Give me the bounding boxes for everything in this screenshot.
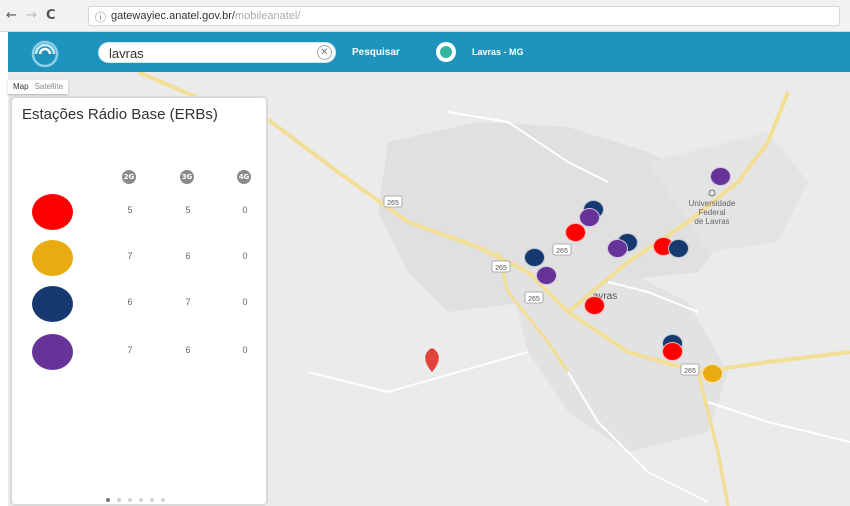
browser-toolbar: ← → C ⓘ gatewayiec.anatel.gov.br/mobilea… (0, 0, 850, 32)
university-label-line1: Universidade (689, 199, 736, 208)
legend-value-2g: 5 (127, 205, 133, 215)
road-shield-2: 265 (491, 260, 511, 273)
road-shield-1: 265 (383, 195, 403, 208)
legend-row-purple[interactable]: 7 6 0 (12, 332, 266, 372)
university-label-line3: de Lavras (694, 217, 729, 226)
erb-legend-panel: Estações Rádio Base (ERBs) 2G 3G 4G 5 5 … (10, 96, 268, 506)
current-location-label: Lavras - MG (472, 47, 524, 57)
erb-marker-navy[interactable] (668, 239, 689, 258)
forward-button[interactable]: → (26, 8, 37, 23)
legend-value-4g: 0 (242, 205, 248, 215)
legend-value-2g: 7 (127, 251, 133, 261)
pager-dot[interactable] (150, 498, 154, 502)
legend-dot-purple (32, 334, 73, 370)
erb-marker-red[interactable] (584, 296, 605, 315)
erb-marker-navy[interactable] (524, 248, 545, 267)
legend-value-3g: 6 (185, 345, 191, 355)
legend-dot-navy (32, 286, 73, 322)
back-button[interactable]: ← (6, 8, 17, 23)
search-input[interactable] (109, 45, 309, 61)
erb-marker-red[interactable] (662, 342, 683, 361)
legend-value-2g: 7 (127, 345, 133, 355)
erb-marker-purple[interactable] (536, 266, 557, 285)
info-icon[interactable]: ⓘ (95, 9, 106, 25)
road-shield-5: 265 (552, 243, 572, 256)
legend-dot-yellow (32, 240, 73, 276)
urban-area-south (508, 262, 728, 452)
clear-search-icon[interactable]: ✕ (317, 45, 332, 60)
reload-button[interactable]: C (46, 8, 56, 23)
erb-marker-purple[interactable] (579, 208, 600, 227)
legend-value-4g: 0 (242, 251, 248, 261)
legend-row-navy[interactable]: 6 7 0 (12, 284, 266, 324)
panel-pager (106, 498, 165, 502)
legend-row-red[interactable]: 5 5 0 (12, 192, 266, 232)
svg-text:265: 265 (684, 368, 696, 375)
legend-dot-red (32, 194, 73, 230)
panel-title: Estações Rádio Base (ERBs) (22, 106, 218, 123)
minor-road-4 (707, 401, 850, 443)
url-path: mobileanatel/ (234, 10, 301, 22)
erb-marker-purple[interactable] (607, 239, 628, 258)
pager-dot[interactable] (139, 498, 143, 502)
column-4g-icon: 4G (237, 170, 251, 184)
search-button[interactable]: Pesquisar (352, 47, 400, 58)
pager-dot[interactable] (117, 498, 121, 502)
legend-value-4g: 0 (242, 297, 248, 307)
legend-value-4g: 0 (242, 345, 248, 355)
svg-text:265: 265 (528, 296, 540, 303)
column-2g-icon: 2G (122, 170, 136, 184)
erb-marker-purple[interactable] (710, 167, 731, 186)
legend-row-yellow[interactable]: 7 6 0 (12, 238, 266, 278)
legend-value-2g: 6 (127, 297, 133, 307)
map-type-satellite[interactable]: Satellite (35, 82, 63, 92)
legend-value-3g: 6 (185, 251, 191, 261)
url-text: gatewayiec.anatel.gov.br/mobileanatel/ (111, 10, 300, 22)
url-host: gatewayiec.anatel.gov.br/ (111, 10, 235, 22)
legend-value-3g: 7 (185, 297, 191, 307)
search-field[interactable]: ✕ (98, 42, 336, 63)
pager-dot[interactable] (161, 498, 165, 502)
erb-marker-yellow[interactable] (702, 364, 723, 383)
pager-dot[interactable] (128, 498, 132, 502)
road-shield-3: 265 (524, 291, 544, 304)
university-label-line2: Federal (698, 208, 725, 217)
pager-dot[interactable] (106, 498, 110, 502)
svg-text:265: 265 (556, 248, 568, 255)
map-type-control: Map Satellite (8, 80, 69, 94)
column-3g-icon: 3G (180, 170, 194, 184)
road-shield-4: 265 (680, 363, 700, 376)
svg-text:265: 265 (387, 200, 399, 207)
address-bar[interactable]: ⓘ gatewayiec.anatel.gov.br/mobileanatel/ (88, 6, 840, 26)
map-type-map[interactable]: Map (13, 82, 29, 92)
erb-marker-red[interactable] (565, 223, 586, 242)
location-globe-icon[interactable] (436, 42, 456, 62)
location-pin-icon[interactable] (425, 348, 439, 372)
legend-value-3g: 5 (185, 205, 191, 215)
svg-text:265: 265 (495, 265, 507, 272)
anatel-logo-icon[interactable] (28, 36, 62, 68)
minor-road-3 (307, 351, 529, 394)
app-header: ✕ Pesquisar Lavras - MG (8, 32, 850, 72)
